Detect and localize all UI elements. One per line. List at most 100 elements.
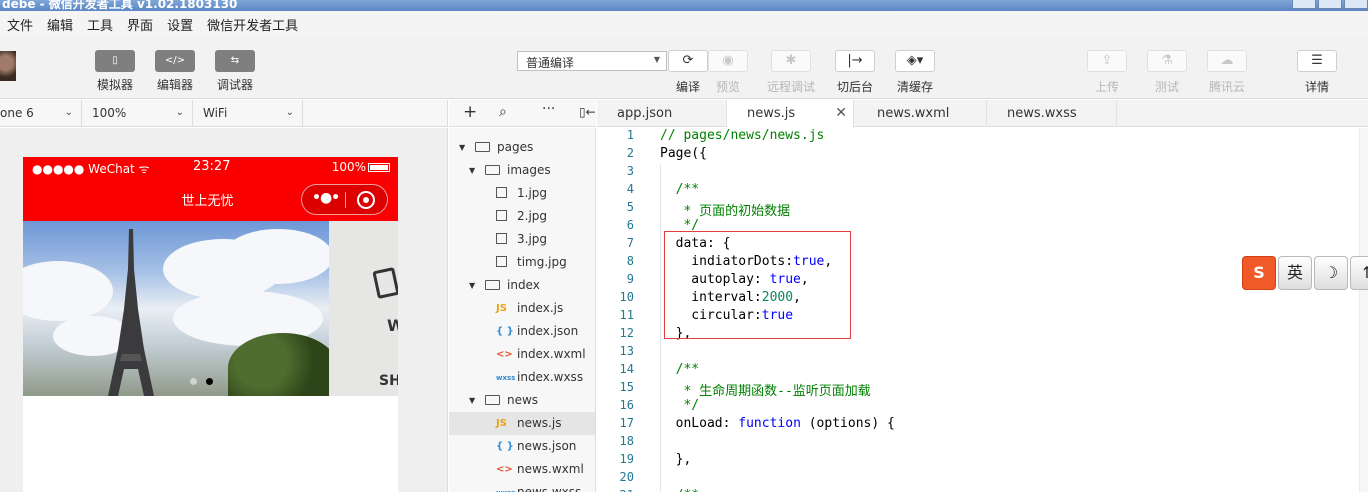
switch-icon: |→ [835, 50, 875, 72]
tree-folder[interactable]: ▼ images [449, 159, 595, 182]
device-select[interactable]: one 6 ⌄ [0, 100, 82, 127]
tree-file[interactable]: wxssnews.wxss [449, 481, 595, 492]
tab-news-js[interactable]: news.js ✕ [727, 100, 854, 128]
tree-file[interactable]: wxss index.wxss [449, 366, 595, 389]
tree-file[interactable]: JS index.js [449, 297, 595, 320]
debugger-toggle-button[interactable]: ⇆ 调试器 [205, 50, 265, 93]
clear-cache-button[interactable]: ◈▾ 清缓存 [891, 50, 939, 95]
tree-file[interactable]: 1.jpg [449, 182, 595, 205]
tree-folder[interactable]: ▼ news [449, 389, 595, 412]
maximize-button[interactable] [1318, 0, 1342, 9]
capsule-menu[interactable]: •●• [301, 184, 388, 215]
code-token: /** [660, 182, 700, 197]
line-number: 5 [626, 200, 634, 214]
code-line[interactable]: }, [660, 452, 692, 467]
background-switch-button[interactable]: |→ 切后台 [831, 50, 879, 95]
tree-file[interactable]: JS news.js [449, 412, 595, 435]
tab-news-wxml[interactable]: news.wxml [857, 100, 987, 127]
tab-news-wxss[interactable]: news.wxss [987, 100, 1117, 127]
tree-file[interactable]: { } index.json [449, 320, 595, 343]
details-button[interactable]: ☰ 详情 [1293, 50, 1341, 95]
code-token: function [738, 416, 801, 431]
add-file-icon[interactable]: + [463, 102, 477, 122]
simulator-toolbar: one 6 ⌄ 100% ⌄ WiFi ⌄ [0, 100, 448, 127]
folder-icon [485, 389, 500, 412]
remote-debug-label: 远程调试 [767, 80, 816, 94]
zoom-select[interactable]: 100% ⌄ [82, 100, 193, 127]
upload-button[interactable]: ⇪ 上传 [1083, 50, 1131, 95]
tree-file[interactable]: <> news.wxml [449, 458, 595, 481]
avatar[interactable] [0, 51, 16, 81]
json-glyph: { } [496, 326, 514, 337]
more-icon[interactable]: ··· [542, 101, 555, 117]
close-icon[interactable]: ✕ [835, 100, 847, 127]
ime-more-icon[interactable]: ↑ [1350, 256, 1368, 290]
code-line[interactable]: /** [660, 488, 700, 492]
code-line[interactable]: // pages/news/news.js [660, 128, 824, 143]
test-button[interactable]: ⚗ 测试 [1143, 50, 1191, 95]
network-select[interactable]: WiFi ⌄ [193, 100, 303, 127]
image-file-icon [496, 228, 507, 251]
ime-moon-icon[interactable]: ☽ [1314, 256, 1348, 290]
code-token: * 页面的初始数据 [660, 204, 791, 219]
tree-file[interactable]: 2.jpg [449, 205, 595, 228]
compile-mode-select[interactable]: 普通编译 ▼ [517, 51, 667, 71]
tree-file[interactable]: timg.jpg [449, 251, 595, 274]
tree-folder[interactable]: ▼ pages [449, 136, 595, 159]
swiper-slide-sketch: W SH [329, 221, 398, 396]
code-token: // pages/news/news.js [660, 128, 825, 143]
ime-toolbar: S 英 ☽ ↑ [1242, 256, 1368, 290]
search-icon[interactable]: ⌕ [499, 104, 507, 120]
minimize-button[interactable] [1292, 0, 1316, 9]
menu-file[interactable]: 文件 [7, 15, 33, 34]
expand-arrow-icon[interactable]: ▼ [459, 136, 465, 159]
menu-devtools[interactable]: 微信开发者工具 [207, 15, 298, 34]
debug-icon: ⇆ [215, 50, 255, 72]
code-line[interactable]: /** [660, 362, 700, 377]
close-target-icon[interactable] [357, 191, 375, 209]
code-editor[interactable]: 123456789101112131415161718192021 // pag… [597, 128, 1368, 492]
expand-arrow-icon[interactable]: ▼ [469, 389, 475, 412]
tencent-cloud-button[interactable]: ☁ 腾讯云 [1203, 50, 1251, 95]
menu-tools[interactable]: 工具 [87, 15, 113, 34]
js-glyph: JS [496, 418, 507, 429]
code-line[interactable]: onLoad: function (options) { [660, 416, 895, 431]
editor-label: 编辑器 [156, 78, 193, 92]
code-line[interactable]: * 生命周期函数--监听页面加载 [660, 380, 870, 399]
sogou-logo-icon[interactable]: S [1242, 256, 1276, 290]
line-number: 7 [626, 236, 634, 250]
editor-scrollbar[interactable] [1359, 128, 1368, 492]
code-token: /** [660, 488, 700, 492]
code-line[interactable]: Page({ [660, 146, 707, 161]
remote-debug-button[interactable]: ✱ 远程调试 [767, 50, 815, 95]
json-glyph: { } [496, 441, 514, 452]
editor-toggle-button[interactable]: </> 编辑器 [145, 50, 205, 93]
tree-file[interactable]: <> index.wxml [449, 343, 595, 366]
more-dots-icon[interactable]: •●• [312, 190, 340, 206]
image-swiper[interactable]: W SH [23, 221, 398, 396]
code-line[interactable]: */ [660, 398, 699, 413]
ime-language-toggle[interactable]: 英 [1278, 256, 1312, 290]
wxml-glyph: <> [496, 464, 513, 475]
collapse-panel-icon[interactable]: ▯← [579, 105, 596, 119]
code-line[interactable]: * 页面的初始数据 [660, 200, 790, 219]
tree-file[interactable]: 3.jpg [449, 228, 595, 251]
indicator-dot-active[interactable] [206, 378, 213, 385]
phone-screen[interactable]: ●●●●● WeChat ᯤ 23:27 100% 世上无忧 •●• W SH [23, 157, 398, 492]
menu-view[interactable]: 界面 [127, 15, 153, 34]
menu-edit[interactable]: 编辑 [47, 15, 73, 34]
menu-settings[interactable]: 设置 [167, 15, 193, 34]
json-file-icon: { } [496, 320, 514, 343]
tree-file[interactable]: { } news.json [449, 435, 595, 458]
close-window-button[interactable] [1344, 0, 1368, 9]
upload-label: 上传 [1094, 80, 1119, 94]
expand-arrow-icon[interactable]: ▼ [469, 274, 475, 297]
indicator-dot[interactable] [190, 378, 197, 385]
expand-arrow-icon[interactable]: ▼ [469, 159, 475, 182]
phone-icon: ▯ [95, 50, 135, 72]
code-line[interactable]: /** [660, 182, 700, 197]
simulator-toggle-button[interactable]: ▯ 模拟器 [85, 50, 145, 93]
preview-button[interactable]: ◉ 预览 [704, 50, 752, 95]
tree-folder[interactable]: ▼ index [449, 274, 595, 297]
tab-app-json[interactable]: app.json [597, 100, 727, 127]
